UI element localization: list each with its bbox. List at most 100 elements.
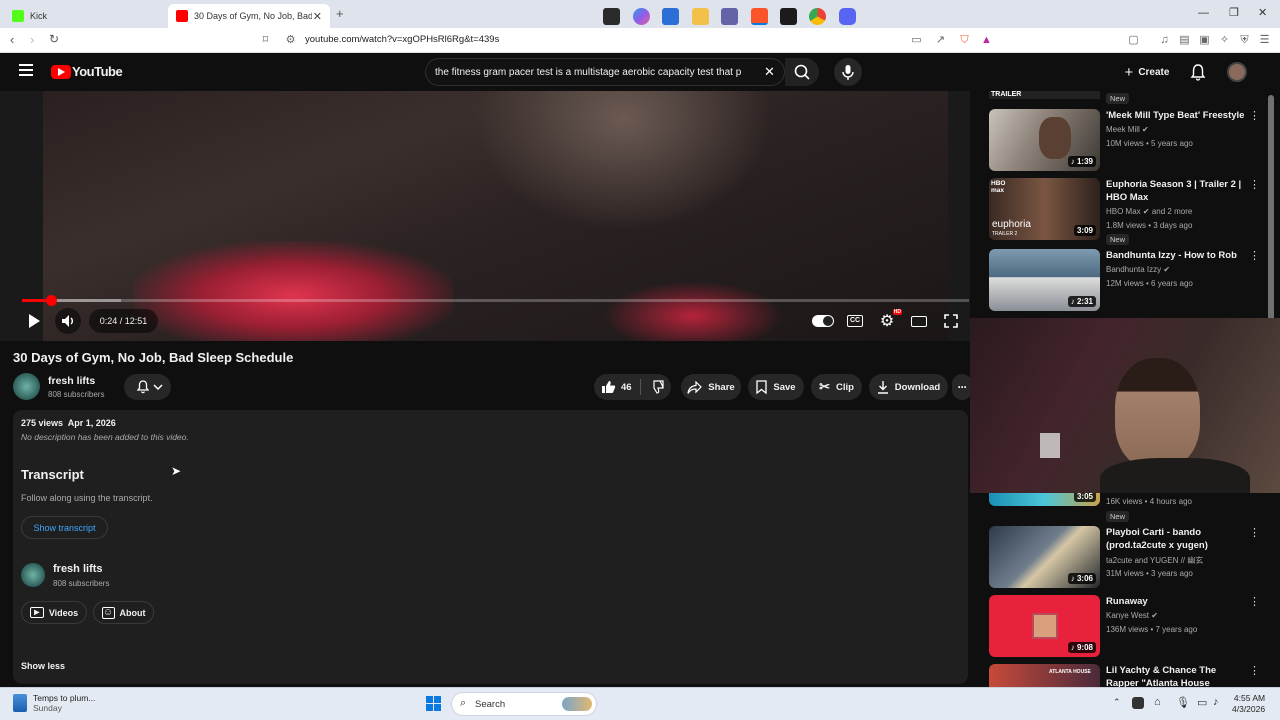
- windows-start-icon[interactable]: [426, 696, 441, 711]
- captions-button[interactable]: CC: [842, 308, 868, 334]
- search-button[interactable]: [785, 58, 819, 86]
- video-thumbnail[interactable]: HBO max euphoria TRAILER 2 3:09: [989, 178, 1100, 240]
- download-button[interactable]: Download: [869, 374, 948, 400]
- weather-icon[interactable]: [13, 694, 27, 712]
- video-title[interactable]: Runaway: [1106, 595, 1251, 608]
- autoplay-toggle[interactable]: [810, 308, 836, 334]
- app-icon[interactable]: [780, 8, 797, 25]
- task-view-icon[interactable]: [603, 8, 620, 25]
- more-options-icon[interactable]: ⋮: [1249, 526, 1260, 539]
- channel-videos-button[interactable]: ▸ Videos: [21, 601, 87, 624]
- maximize-icon[interactable]: ❐: [1229, 6, 1239, 19]
- play-button[interactable]: [21, 308, 47, 334]
- more-options-icon[interactable]: ⋮: [1249, 178, 1260, 191]
- show-less-button[interactable]: Show less: [21, 661, 65, 671]
- network-icon[interactable]: ⌂: [1154, 696, 1161, 708]
- brave-rewards-icon[interactable]: ▲: [980, 34, 993, 47]
- minimize-icon[interactable]: —: [1198, 7, 1209, 19]
- description-panel[interactable]: [13, 410, 968, 684]
- copilot-icon[interactable]: [633, 8, 650, 25]
- browser-menu-icon[interactable]: ☰: [1258, 34, 1271, 47]
- hamburger-icon[interactable]: [19, 64, 33, 76]
- url-field[interactable]: youtube.com/watch?v=xgOPHsRl6Rg&t=439s: [305, 34, 499, 45]
- dislike-button[interactable]: [649, 380, 664, 397]
- more-options-icon[interactable]: ⋮: [1249, 109, 1260, 122]
- share-button[interactable]: Share: [681, 374, 741, 400]
- tab-youtube[interactable]: 30 Days of Gym, No Job, Bad Sle ✕: [168, 4, 330, 28]
- tray-app-icon[interactable]: [1132, 697, 1144, 709]
- create-button[interactable]: + Create: [1118, 59, 1176, 85]
- clear-search-icon[interactable]: ✕: [764, 64, 775, 80]
- search-input[interactable]: the fitness gram pacer test is a multist…: [425, 58, 785, 86]
- tab-kick[interactable]: Kick: [4, 4, 166, 28]
- file-explorer-icon[interactable]: [692, 8, 709, 25]
- video-thumbnail[interactable]: ♪ 1:39: [989, 109, 1100, 171]
- video-player[interactable]: [0, 91, 970, 341]
- video-title[interactable]: 'Meek Mill Type Beat' Freestyle: [1106, 109, 1251, 122]
- sidebar-toggle-icon[interactable]: ▢: [1127, 34, 1140, 47]
- brave-shield-icon[interactable]: ⛉: [958, 34, 971, 47]
- video-title[interactable]: Bandhunta Izzy - How to Rob: [1106, 249, 1251, 262]
- music-icon[interactable]: ♫: [1158, 34, 1171, 47]
- site-info-icon[interactable]: ⚙: [284, 34, 297, 47]
- video-thumbnail[interactable]: ♪ 3:06: [989, 526, 1100, 588]
- search-input-value: the fitness gram pacer test is a multist…: [435, 67, 742, 78]
- theater-mode-button[interactable]: [906, 308, 932, 334]
- video-title[interactable]: Lil Yachty & Chance The Rapper "Atlanta …: [1106, 664, 1251, 687]
- account-avatar[interactable]: [1227, 62, 1247, 82]
- more-options-icon[interactable]: ⋮: [1249, 249, 1260, 262]
- channel-avatar[interactable]: [13, 373, 40, 400]
- more-actions-button[interactable]: ···: [952, 374, 972, 400]
- bookmark-page-icon[interactable]: ⌑: [259, 34, 272, 47]
- weather-widget[interactable]: Temps to plum... Sunday: [33, 693, 95, 713]
- taskbar-search[interactable]: ⌕ Search: [451, 692, 597, 716]
- video-title[interactable]: Playboi Carti - bando (prod.ta2cute x yu…: [1106, 526, 1251, 552]
- system-clock[interactable]: 4:55 AM 4/3/2026: [1232, 693, 1265, 715]
- video-thumbnail[interactable]: ATLANTA HOUSE: [989, 664, 1100, 687]
- video-thumbnail[interactable]: ♪ 2:31: [989, 249, 1100, 311]
- cast-icon[interactable]: ▭: [910, 34, 923, 47]
- reload-icon[interactable]: ↻: [49, 32, 59, 46]
- youtube-logo-text[interactable]: YouTube: [72, 64, 123, 79]
- channel-name[interactable]: fresh lifts: [48, 375, 95, 387]
- back-icon[interactable]: ‹: [10, 32, 14, 47]
- channel-name[interactable]: fresh lifts: [53, 563, 103, 575]
- sidebar-scrollbar[interactable]: [1268, 95, 1274, 355]
- more-options-icon[interactable]: ⋮: [1249, 595, 1260, 608]
- discord-icon[interactable]: [839, 8, 856, 25]
- brave-browser-icon[interactable]: [751, 8, 768, 25]
- channel-about-button[interactable]: ☺ About: [93, 601, 154, 624]
- new-tab-button[interactable]: +: [336, 6, 344, 21]
- chrome-icon[interactable]: [809, 8, 826, 25]
- save-button[interactable]: Save: [748, 374, 804, 400]
- progress-bar[interactable]: [22, 299, 969, 302]
- forward-icon[interactable]: ›: [30, 32, 34, 47]
- wallet-icon[interactable]: ▣: [1198, 34, 1211, 47]
- close-window-icon[interactable]: ✕: [1258, 6, 1267, 19]
- notifications-bell-icon[interactable]: [1190, 63, 1206, 86]
- like-button[interactable]: 46: [601, 380, 632, 394]
- display-icon[interactable]: ▭: [1197, 696, 1207, 709]
- show-transcript-button[interactable]: Show transcript: [21, 516, 108, 539]
- clip-button[interactable]: ✂ Clip: [811, 374, 862, 400]
- more-options-icon[interactable]: ⋮: [1249, 664, 1260, 677]
- close-tab-icon[interactable]: ✕: [313, 10, 322, 23]
- voice-search-button[interactable]: [834, 58, 862, 86]
- video-thumbnail[interactable]: ♪ 9:08: [989, 595, 1100, 657]
- volume-tray-icon[interactable]: ♪: [1213, 696, 1219, 708]
- tray-overflow-icon[interactable]: ⌃: [1113, 697, 1121, 708]
- channel-avatar[interactable]: [21, 563, 45, 587]
- share-page-icon[interactable]: ↗: [934, 34, 947, 47]
- youtube-logo-icon[interactable]: [51, 65, 71, 79]
- store-icon[interactable]: [662, 8, 679, 25]
- reading-list-icon[interactable]: ▤: [1178, 34, 1191, 47]
- subscription-bell-button[interactable]: [124, 374, 171, 400]
- fullscreen-button[interactable]: [938, 308, 964, 334]
- vpn-icon[interactable]: ⛨: [1238, 34, 1251, 47]
- leo-icon[interactable]: ✧: [1218, 34, 1231, 47]
- settings-button[interactable]: ⚙ HD: [874, 308, 902, 334]
- mute-button[interactable]: [55, 308, 81, 334]
- microphone-tray-icon[interactable]: 🎙: [1176, 696, 1190, 709]
- teams-icon[interactable]: [721, 8, 738, 25]
- video-title[interactable]: Euphoria Season 3 | Trailer 2 | HBO Max: [1106, 178, 1251, 204]
